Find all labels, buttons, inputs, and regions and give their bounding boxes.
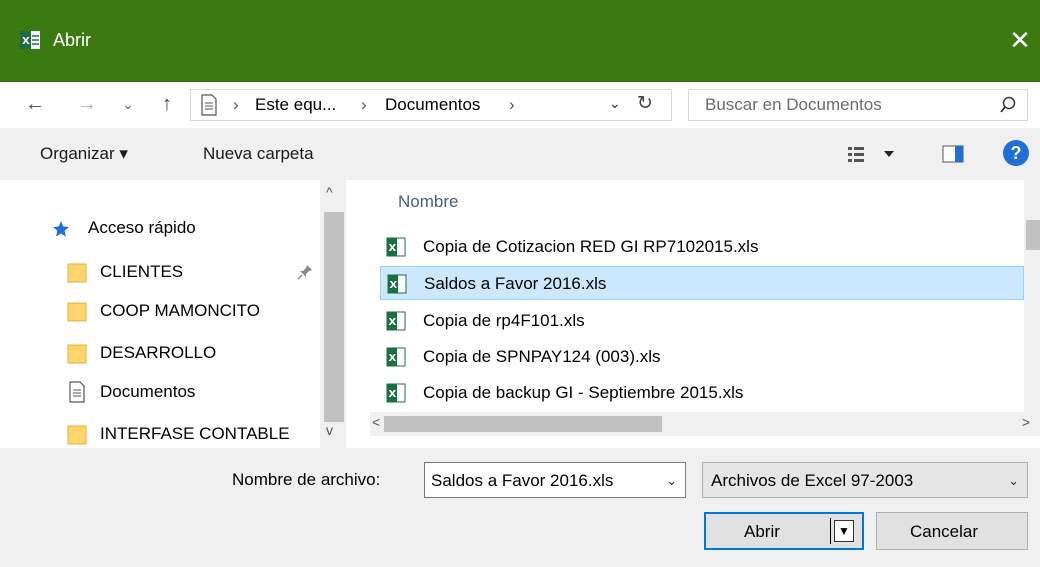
cancel-button-label: Cancelar (910, 522, 979, 541)
breadcrumb-separator-icon[interactable]: › (509, 95, 515, 115)
sidebar-item-label: CLIENTES (100, 262, 184, 281)
open-button-label: Abrir (744, 522, 780, 541)
sidebar-item-label: Acceso rápido (88, 218, 196, 237)
svg-text:X: X (22, 36, 30, 47)
file-row[interactable]: X Copia de rp4F101.xls (380, 304, 1024, 338)
scroll-down-icon[interactable]: v (326, 422, 333, 438)
open-button[interactable]: Abrir ▼ (704, 512, 864, 550)
filename-label: Nombre de archivo: (232, 470, 381, 489)
file-list-horizontal-scrollbar[interactable]: < > (370, 412, 1040, 436)
cancel-button[interactable]: Cancelar (876, 512, 1028, 550)
folder-icon (67, 344, 87, 364)
address-bar[interactable]: › Este equ... › Documentos › ⌄ ↻ (190, 89, 672, 121)
document-icon (69, 381, 85, 403)
view-options-icon[interactable] (846, 144, 906, 164)
sidebar-item-label: Documentos (100, 382, 196, 401)
file-list: Nombre X Copia de Cotizacion RED GI RP71… (346, 180, 1040, 448)
breadcrumb-separator-icon: › (233, 95, 239, 114)
search-box[interactable]: Buscar en Documentos (688, 89, 1028, 121)
recent-locations-icon[interactable]: ⌄ (120, 90, 136, 118)
back-icon[interactable]: ← (24, 90, 46, 118)
scroll-up-icon[interactable]: ^ (326, 184, 333, 200)
filename-input[interactable]: Saldos a Favor 2016.xls ⌄ (424, 462, 686, 498)
excel-file-icon: X (386, 311, 406, 331)
folder-icon (67, 425, 87, 445)
new-folder-button[interactable]: Nueva carpeta (203, 144, 314, 164)
file-row[interactable]: X Copia de SPNPAY124 (003).xls (380, 340, 1024, 374)
help-icon[interactable]: ? (1003, 140, 1029, 166)
address-dropdown-icon[interactable]: ⌄ (609, 95, 621, 112)
pin-icon[interactable] (297, 264, 313, 280)
window-title: Abrir (53, 30, 92, 50)
breadcrumb-separator-icon: › (361, 95, 367, 114)
file-row-selected[interactable]: X Saldos a Favor 2016.xls (380, 266, 1024, 300)
column-header-name[interactable]: Nombre (398, 192, 458, 212)
filetype-value: Archivos de Excel 97-2003 (711, 471, 914, 490)
excel-app-icon: X (20, 31, 40, 49)
sidebar-item-desarrollo[interactable]: DESARROLLO (0, 335, 320, 371)
command-toolbar: Organizar ▾ Nueva carpeta ? (0, 128, 1040, 180)
folder-icon (67, 302, 87, 322)
filename-value[interactable]: Saldos a Favor 2016.xls (431, 471, 613, 491)
file-name: Copia de SPNPAY124 (003).xls (423, 347, 661, 366)
organize-button[interactable]: Organizar ▾ (40, 144, 128, 164)
split-divider (830, 518, 831, 544)
sidebar-item-label: COOP MAMONCITO (100, 301, 260, 320)
scroll-left-icon[interactable]: < (372, 414, 380, 430)
sidebar-item-quick-access[interactable]: Acceso rápido (0, 210, 320, 246)
excel-file-icon: X (386, 347, 406, 367)
navigation-pane: Acceso rápido CLIENTES COOP MAMONCITO DE… (0, 180, 346, 448)
search-placeholder: Buscar en Documentos (705, 95, 882, 114)
close-icon[interactable]: ✕ (1000, 20, 1040, 60)
preview-pane-icon[interactable] (942, 145, 964, 163)
file-row[interactable]: X Copia de Cotizacion RED GI RP7102015.x… (380, 230, 1024, 264)
file-name: Copia de rp4F101.xls (423, 311, 585, 330)
svg-text:X: X (390, 280, 398, 291)
breadcrumb-this-pc[interactable]: Este equ... (255, 95, 336, 115)
sidebar-item-coop-mamoncito[interactable]: COOP MAMONCITO (0, 293, 320, 329)
search-icon[interactable] (999, 94, 1017, 116)
svg-text:X: X (389, 243, 397, 254)
file-name: Copia de Cotizacion RED GI RP7102015.xls (423, 237, 759, 256)
folder-icon (67, 263, 87, 283)
navigation-bar: ← → ⌄ ↑ › Este equ... › Documentos › ⌄ ↻… (0, 82, 1040, 128)
file-row[interactable]: X Copia de backup GI - Septiembre 2015.x… (380, 376, 1024, 410)
refresh-icon[interactable]: ↻ (637, 92, 653, 115)
sidebar-item-interfase-contable[interactable]: INTERFASE CONTABLE (0, 416, 320, 448)
dialog-footer: Nombre de archivo: Saldos a Favor 2016.x… (0, 448, 1040, 567)
star-icon (53, 221, 69, 237)
breadcrumb-documentos[interactable]: Documentos (385, 95, 480, 115)
file-name: Copia de backup GI - Septiembre 2015.xls (423, 383, 744, 402)
scroll-right-icon[interactable]: > (1022, 414, 1030, 430)
open-options-dropdown-icon[interactable]: ▼ (834, 520, 854, 542)
excel-file-icon: X (387, 274, 407, 294)
chevron-down-icon[interactable]: ⌄ (666, 473, 677, 489)
svg-text:X: X (389, 389, 397, 400)
sidebar-item-clientes[interactable]: CLIENTES (0, 254, 320, 290)
excel-file-icon: X (386, 237, 406, 257)
filetype-select[interactable]: Archivos de Excel 97-2003 ⌄ (702, 462, 1028, 498)
file-list-vertical-scrollbar[interactable] (1024, 180, 1040, 412)
scrollbar-thumb[interactable] (1026, 220, 1040, 250)
chevron-down-icon[interactable]: ⌄ (1008, 473, 1019, 489)
sidebar-item-label: INTERFASE CONTABLE (100, 424, 290, 443)
sidebar-item-documentos[interactable]: Documentos (0, 374, 320, 410)
scrollbar-thumb[interactable] (324, 212, 344, 422)
document-location-icon (201, 94, 217, 116)
excel-file-icon: X (386, 383, 406, 403)
sidebar-item-label: DESARROLLO (100, 343, 217, 362)
file-name: Saldos a Favor 2016.xls (424, 274, 607, 293)
up-folder-icon[interactable]: ↑ (156, 90, 178, 118)
navigation-pane-scrollbar[interactable]: ^ v (320, 180, 346, 448)
title-bar: X Abrir ✕ (0, 0, 1040, 82)
forward-icon[interactable]: → (76, 90, 98, 118)
svg-text:X: X (389, 353, 397, 364)
svg-text:X: X (389, 317, 397, 328)
scrollbar-thumb[interactable] (384, 416, 662, 432)
